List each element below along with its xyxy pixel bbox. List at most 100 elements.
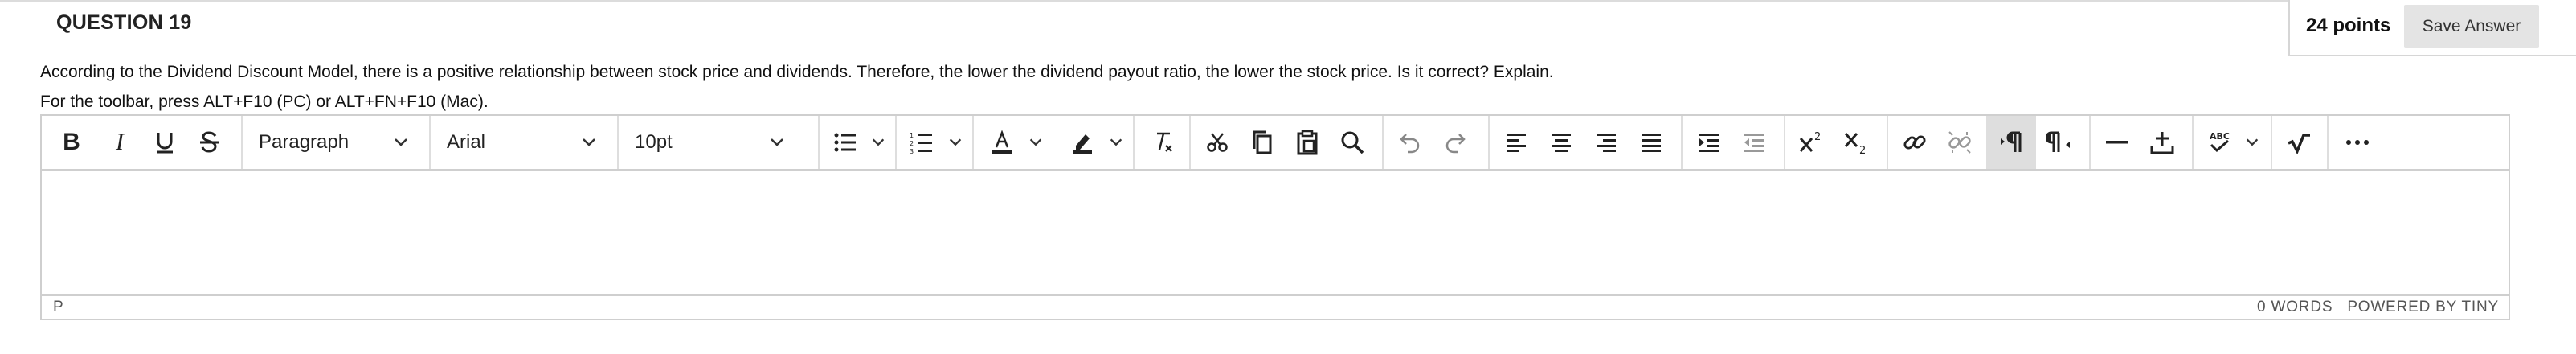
question-header: QUESTION 19 (0, 0, 2288, 48)
toolbar-separator (1887, 116, 1888, 169)
toolbar-separator (2327, 116, 2329, 169)
cut-icon (1207, 133, 1228, 152)
subscript-button[interactable]: 2 (1835, 116, 1879, 169)
editor-content-area[interactable] (42, 171, 2509, 296)
chevron-down-icon (771, 138, 783, 146)
editor-status-bar: P 0 WORDS POWERED BY TINY (42, 294, 2509, 319)
question-text: According to the Dividend Discount Model… (40, 63, 1554, 81)
chevron-down-icon (1110, 138, 1122, 146)
math-equation-button[interactable] (2277, 116, 2320, 169)
superscript-button[interactable]: 2 (1790, 116, 1834, 169)
link-icon (1903, 135, 1926, 150)
clear-formatting-button[interactable] (1141, 116, 1184, 169)
clear-formatting-icon (1157, 132, 1172, 152)
more-icon (2346, 140, 2369, 145)
remove-link-button[interactable] (1938, 116, 1981, 169)
svg-text:3: 3 (910, 148, 914, 154)
block-format-select[interactable]: Paragraph (243, 116, 429, 169)
italic-icon: I (116, 129, 124, 155)
svg-text:ABC: ABC (2210, 131, 2230, 142)
cut-button[interactable] (1196, 116, 1239, 169)
svg-text:2: 2 (910, 140, 914, 147)
underline-icon (157, 133, 173, 154)
powered-by-link[interactable]: POWERED BY TINY (2347, 298, 2499, 315)
spellcheck-icon: ABC (2210, 131, 2230, 153)
numbered-list-options-button[interactable] (943, 116, 967, 169)
italic-button[interactable]: I (98, 116, 141, 169)
highlight-color-button[interactable] (1061, 116, 1104, 169)
insert-content-button[interactable] (2141, 116, 2184, 169)
toolbar-separator (2271, 116, 2272, 169)
spellcheck-options-button[interactable] (2240, 116, 2264, 169)
chevron-down-icon (395, 138, 407, 146)
find-replace-button[interactable] (1331, 116, 1374, 169)
copy-icon (1253, 130, 1272, 154)
align-center-button[interactable] (1539, 116, 1583, 169)
superscript-icon: 2 (1799, 131, 1821, 152)
indent-button[interactable] (1687, 116, 1731, 169)
align-right-button[interactable] (1584, 116, 1628, 169)
text-color-options-button[interactable] (1024, 116, 1048, 169)
unlink-icon (1948, 131, 1971, 154)
horizontal-rule-icon (2106, 141, 2128, 144)
find-icon (1341, 131, 1364, 154)
justify-button[interactable] (1629, 116, 1673, 169)
bullet-list-options-button[interactable] (866, 116, 890, 169)
rich-text-editor: B I Paragraph Arial 10pt 1 2 3 2 2 ABC P… (40, 114, 2510, 320)
insert-icon (2150, 132, 2174, 154)
numbered-list-icon: 123 (910, 132, 932, 154)
underline-button[interactable] (143, 116, 186, 169)
word-count[interactable]: 0 WORDS (2257, 298, 2333, 315)
svg-text:2: 2 (1814, 131, 1821, 143)
chevron-down-icon (2246, 138, 2259, 146)
bold-button[interactable]: B (50, 116, 93, 169)
paste-button[interactable] (1286, 116, 1329, 169)
rtl-icon (2046, 131, 2070, 152)
points-panel: 24 points Save Answer (2288, 0, 2576, 56)
save-answer-button[interactable]: Save Answer (2404, 5, 2539, 48)
align-center-icon (1552, 134, 1571, 152)
toolbar-separator (1784, 116, 1785, 169)
highlight-color-options-button[interactable] (1104, 116, 1128, 169)
toolbar-separator (1488, 116, 1490, 169)
text-color-button[interactable] (980, 116, 1024, 169)
bullet-list-button[interactable] (825, 116, 865, 169)
toolbar-separator (1382, 116, 1384, 169)
justify-icon (1642, 134, 1661, 152)
toolbar-hint: For the toolbar, press ALT+F10 (PC) or A… (40, 93, 489, 111)
redo-icon (1445, 134, 1466, 154)
chevron-down-icon (872, 138, 885, 146)
more-options-button[interactable] (2333, 116, 2382, 169)
font-size-value: 10pt (635, 131, 673, 153)
align-left-icon (1507, 134, 1526, 152)
font-family-value: Arial (447, 131, 486, 153)
copy-button[interactable] (1241, 116, 1284, 169)
block-format-value: Paragraph (259, 131, 350, 153)
math-icon (2288, 134, 2310, 154)
align-left-button[interactable] (1494, 116, 1538, 169)
insert-link-button[interactable] (1893, 116, 1936, 169)
toolbar-separator (1189, 116, 1191, 169)
font-size-select[interactable]: 10pt (619, 116, 805, 169)
font-family-select[interactable]: Arial (431, 116, 617, 169)
toolbar-separator (2089, 116, 2091, 169)
status-right: 0 WORDS POWERED BY TINY (2243, 298, 2499, 316)
toolbar-separator (895, 116, 897, 169)
left-to-right-button[interactable] (1988, 116, 2036, 169)
outdent-icon (1744, 134, 1764, 152)
toolbar-separator (1681, 116, 1683, 169)
redo-button[interactable] (1433, 116, 1477, 169)
right-to-left-button[interactable] (2038, 116, 2081, 169)
spellcheck-button[interactable]: ABC (2198, 116, 2242, 169)
outdent-button[interactable] (1732, 116, 1776, 169)
numbered-list-button[interactable]: 123 (902, 116, 942, 169)
undo-button[interactable] (1388, 116, 1432, 169)
strikethrough-button[interactable] (188, 116, 231, 169)
strikethrough-icon (200, 131, 219, 153)
indent-icon (1699, 134, 1719, 152)
toolbar-separator (972, 116, 974, 169)
align-right-icon (1597, 134, 1616, 152)
toolbar-separator (818, 116, 820, 169)
horizontal-line-button[interactable] (2096, 116, 2139, 169)
element-path[interactable]: P (53, 298, 63, 316)
